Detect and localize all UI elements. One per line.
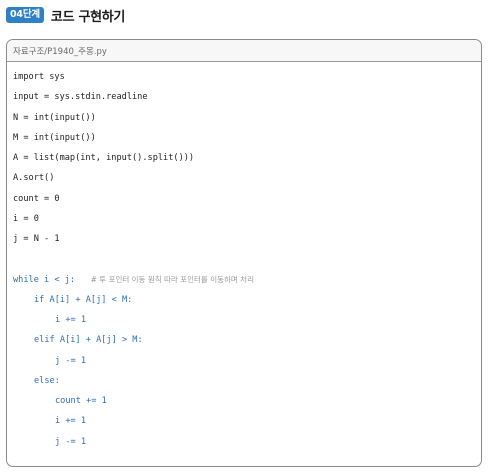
- code-line: j -= 1: [13, 432, 481, 452]
- code-text: i += 1: [55, 315, 87, 325]
- code-text: N = int(input()): [13, 112, 96, 123]
- code-line: A = list(map(int, input().split())): [13, 148, 481, 168]
- code-line: elif A[i] + A[j] > M:: [13, 330, 481, 350]
- code-line: count += 1: [13, 391, 481, 411]
- code-line: i += 1: [13, 310, 481, 330]
- section-title: 코드 구현하기: [50, 9, 126, 25]
- code-line: M = int(input()): [13, 128, 481, 148]
- code-text: j -= 1: [55, 436, 87, 447]
- code-line: i += 1: [13, 411, 481, 431]
- code-body: import sys input = sys.stdin.readline N = …: [7, 62, 481, 466]
- code-text: M = int(input()): [13, 132, 96, 143]
- code-line: A.sort(): [13, 168, 481, 188]
- code-line: j = N - 1: [13, 229, 481, 249]
- code-text: count = 0: [13, 193, 60, 204]
- code-text: else:: [34, 375, 60, 386]
- code-line: i = 0: [13, 209, 481, 229]
- code-line: if A[i] + A[j] < M:: [13, 290, 481, 310]
- code-text: i = 0: [13, 213, 39, 224]
- code-filename: 자료구조/P1940_주몽.py: [13, 46, 107, 57]
- code-line: input = sys.stdin.readline: [13, 87, 481, 107]
- code-line: else:: [13, 371, 481, 391]
- code-text: import sys: [13, 72, 65, 82]
- code-text: if A[i] + A[j] < M:: [34, 294, 133, 305]
- step-badge: 04단계: [6, 7, 44, 23]
- code-comment: # 투 포인터 이동 원칙 따라 포인터를 이동하며 처리: [90, 274, 254, 284]
- code-line: j -= 1: [13, 351, 481, 371]
- code-line: N = int(input()): [13, 108, 481, 128]
- code-filename-bar: 자료구조/P1940_주몽.py: [7, 40, 481, 62]
- code-text: while i < j:: [13, 274, 76, 285]
- code-line: import sys: [13, 67, 481, 87]
- code-text: elif A[i] + A[j] > M:: [34, 335, 143, 346]
- code-text: A.sort(): [13, 173, 55, 184]
- code-line: while i < j: # 투 포인터 이동 원칙 따라 포인터를 이동하며 …: [13, 270, 481, 290]
- code-text: i += 1: [55, 416, 87, 427]
- code-text: A = list(map(int, input().split())): [13, 153, 195, 163]
- code-text: input = sys.stdin.readline: [13, 92, 148, 103]
- code-text: j -= 1: [55, 355, 87, 366]
- section-header: 04단계 코드 구현하기: [6, 6, 126, 25]
- code-block: 자료구조/P1940_주몽.py import sys input = sys.s…: [6, 39, 482, 467]
- code-text: j = N - 1: [13, 234, 60, 244]
- code-text: count += 1: [55, 396, 107, 406]
- code-line: count = 0: [13, 189, 481, 209]
